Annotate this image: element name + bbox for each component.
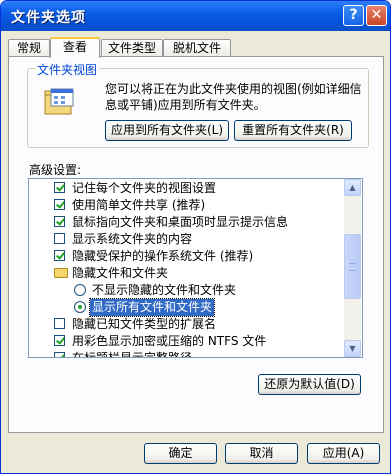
list-item-label: 显示所有文件和文件夹 [88,298,216,317]
apply-to-all-folders-button[interactable]: 应用到所有文件夹(L) [105,120,229,141]
title-bar[interactable]: 文件夹选项 ? ✕ [1,1,390,31]
folder-views-description: 您可以将正在为此文件夹使用的视图(例如详细信息或平铺)应用到所有文件夹。 [105,82,362,112]
checkbox-system-folder-contents[interactable] [54,233,65,244]
list-item-label: 隐藏已知文件类型的扩展名 [72,317,217,331]
checkbox-color-ntfs[interactable] [54,335,65,346]
list-item-label: 记住每个文件夹的视图设置 [72,181,217,195]
scroll-up-button[interactable]: ▲ [344,179,361,196]
vertical-scrollbar[interactable]: ▲ ▼ [344,179,361,357]
radio-show-all-hidden[interactable] [74,301,86,313]
advanced-settings-label: 高级设置: [29,163,82,177]
apply-button[interactable]: 应用(A) [307,443,380,464]
list-item-label: 使用简单文件共享 (推荐) [72,198,206,212]
tab-general[interactable]: 常规 [8,39,50,57]
checkbox-hide-extensions[interactable] [54,318,65,329]
folder-view-icon [44,88,74,115]
reset-all-folders-button[interactable]: 重置所有文件夹(R) [234,120,352,141]
folder-views-legend: 文件夹视图 [35,61,100,78]
tab-view[interactable]: 查看 [50,37,100,58]
radio-do-not-show-hidden[interactable] [74,284,86,296]
scrollbar-thumb[interactable] [344,234,361,299]
cancel-button[interactable]: 取消 [225,443,298,464]
checkbox-remember-view[interactable] [54,182,65,193]
restore-defaults-button[interactable]: 还原为默认值(D) [258,374,361,395]
checkbox-hide-protected-files[interactable] [54,250,65,261]
scroll-down-button[interactable]: ▼ [344,340,361,357]
tab-offline-files[interactable]: 脱机文件 [163,39,231,57]
close-button[interactable]: ✕ [366,5,387,26]
list-item-label: 鼠标指向文件夹和桌面项时显示提示信息 [72,215,289,229]
help-button[interactable]: ? [343,5,364,26]
list-item-label: 显示系统文件夹的内容 [72,232,193,246]
checkbox-simple-sharing[interactable] [54,199,65,210]
folder-options-window: 文件夹选项 ? ✕ 常规 查看 文件类型 脱机文件 文件夹视图 您可以将正在为此… [0,0,391,474]
list-item-label: 在标题栏显示完整路径 [72,351,193,358]
list-item-label: 不显示隐藏的文件和文件夹 [92,283,237,297]
list-item-label: 隐藏受保护的操作系统文件 (推荐) [72,249,254,263]
list-item-label: 隐藏文件和文件夹 [72,266,169,280]
folder-icon [54,268,68,278]
window-title: 文件夹选项 [11,10,86,26]
advanced-settings-list[interactable]: 记住每个文件夹的视图设置 使用简单文件共享 (推荐) 鼠标指向文件夹和桌面项时显… [28,178,363,358]
ok-button[interactable]: 确定 [144,443,217,464]
tab-file-types[interactable]: 文件类型 [101,39,163,57]
checkbox-show-tips[interactable] [54,216,65,227]
list-item-label: 用彩色显示加密或压缩的 NTFS 文件 [72,334,267,348]
checkbox-full-path-title[interactable] [54,352,65,357]
